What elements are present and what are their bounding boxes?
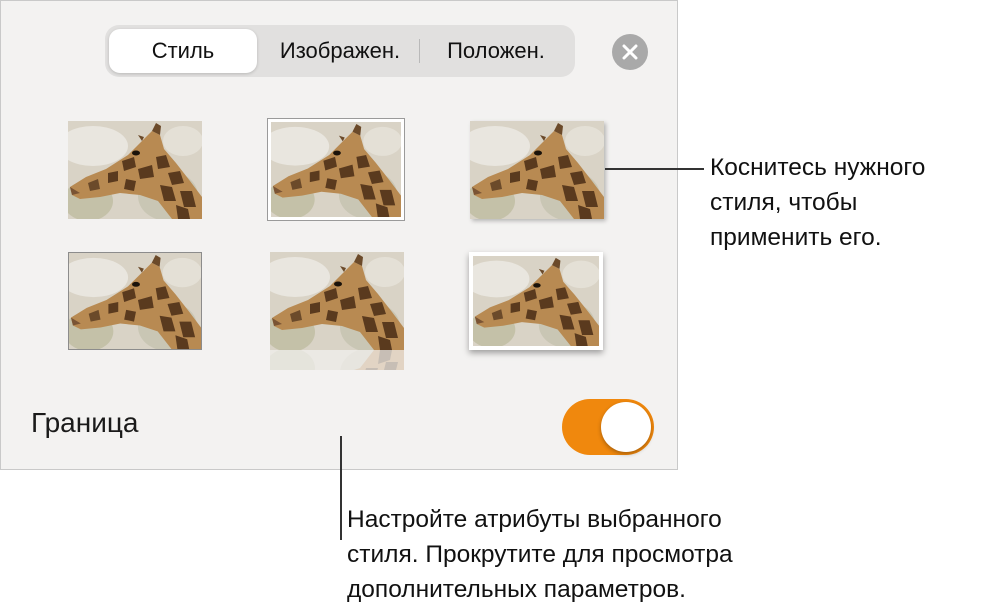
style-swatch-no-border[interactable] <box>68 121 202 219</box>
format-popover: Стиль Изображен. Положен. Граница <box>0 0 678 470</box>
style-swatch-photo-frame[interactable] <box>469 252 603 350</box>
tab-divider <box>419 39 420 63</box>
callout-styles: Коснитесь нужного стиля, чтобы применить… <box>710 154 926 251</box>
giraffe-image <box>470 121 604 219</box>
tab-arrange[interactable]: Положен. <box>421 29 571 73</box>
callout-attributes: Настройте атрибуты выбранного стиля. Про… <box>347 506 733 603</box>
giraffe-image <box>271 122 401 217</box>
style-swatch-thin-frame[interactable] <box>267 118 405 221</box>
callout-leader-attributes <box>340 436 342 540</box>
close-icon <box>622 44 638 60</box>
border-toggle[interactable] <box>562 399 654 455</box>
giraffe-reflection <box>270 350 404 370</box>
close-button[interactable] <box>612 34 648 70</box>
tab-image[interactable]: Изображен. <box>261 29 419 73</box>
format-tabs: Стиль Изображен. Положен. <box>105 25 575 77</box>
callout-leader-styles <box>605 168 704 170</box>
giraffe-image <box>473 256 599 346</box>
giraffe-image <box>69 253 201 349</box>
style-swatch-reflection[interactable] <box>270 252 404 350</box>
style-swatch-drop-shadow[interactable] <box>470 121 604 219</box>
giraffe-image <box>270 252 404 350</box>
giraffe-image <box>68 121 202 219</box>
tab-style[interactable]: Стиль <box>109 29 257 73</box>
toggle-knob <box>601 402 651 452</box>
style-swatch-thin-border[interactable] <box>68 252 202 350</box>
border-label: Граница <box>31 407 139 438</box>
